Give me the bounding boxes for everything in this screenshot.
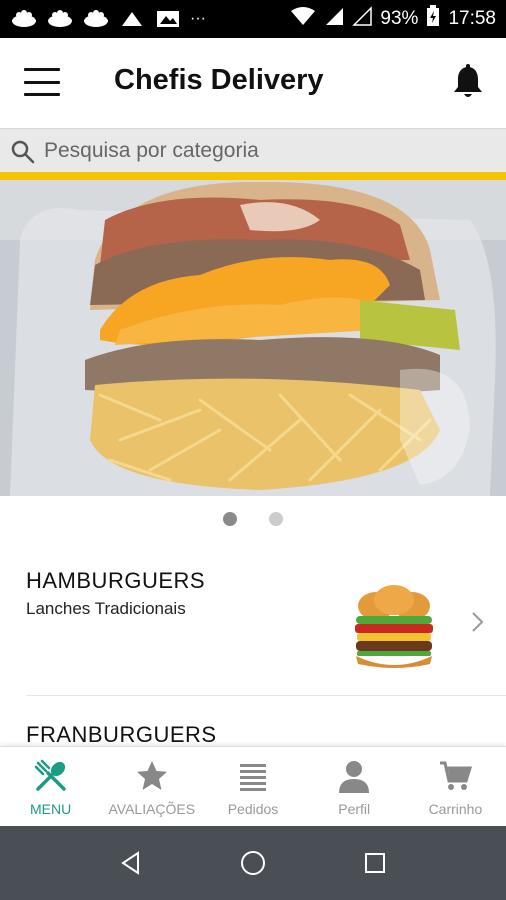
chevron-right-icon: [470, 610, 486, 634]
battery-percent: 93%: [380, 8, 419, 29]
notification-icon: [82, 9, 110, 29]
recents-icon[interactable]: [355, 843, 395, 883]
signal-empty-icon: [352, 6, 373, 32]
nav-item-pedidos[interactable]: Pedidos: [202, 747, 303, 826]
hamburger-menu-button[interactable]: [24, 68, 60, 96]
category-thumbnail: [352, 584, 436, 670]
nav-label-perfil: Perfil: [338, 801, 371, 817]
nav-label-avaliacoes: AVALIAÇÕES: [108, 801, 196, 817]
app-title: Chefis Delivery: [114, 64, 324, 96]
bell-icon[interactable]: [450, 63, 486, 101]
star-icon: [135, 759, 169, 793]
more-notifications: ···: [190, 10, 206, 27]
back-icon[interactable]: [111, 843, 151, 883]
notification-icon: [118, 9, 146, 29]
cart-icon: [438, 759, 473, 793]
status-indicators: 93% 17:58: [290, 5, 496, 33]
category-subtitle: Lanches Tradicionais: [26, 599, 186, 618]
nav-label-pedidos: Pedidos: [227, 801, 279, 817]
list-icon: [236, 759, 270, 793]
category-title: HAMBURGUERS: [26, 568, 206, 593]
fork-spoon-icon: [34, 759, 68, 793]
carousel-dot[interactable]: [269, 512, 283, 526]
person-icon: [337, 759, 371, 793]
bottom-navigation: MENU AVALIAÇÕES Pedidos Perfil Carrinho: [0, 746, 506, 826]
home-icon[interactable]: [233, 843, 273, 883]
burger-photo: [0, 180, 506, 496]
wifi-icon: [290, 6, 316, 32]
nav-item-menu[interactable]: MENU: [0, 747, 101, 826]
clock: 17:58: [448, 8, 496, 29]
search-bar: [0, 128, 506, 172]
carousel-dot-active[interactable]: [223, 512, 237, 526]
search-input[interactable]: [44, 135, 494, 167]
nav-item-carrinho[interactable]: Carrinho: [405, 747, 506, 826]
nav-item-avaliacoes[interactable]: AVALIAÇÕES: [101, 747, 202, 826]
notification-icon: [10, 9, 38, 29]
category-title: FRANBURGUERS: [26, 722, 217, 747]
image-icon: [154, 9, 182, 29]
signal-icon: [324, 6, 344, 32]
app-bar: Chefis Delivery: [0, 38, 506, 128]
system-navigation-bar: [0, 826, 506, 900]
status-bar: ··· 93% 17:58: [0, 0, 506, 38]
notification-area: ···: [10, 9, 206, 29]
accent-divider: [0, 172, 506, 180]
nav-label-menu: MENU: [29, 801, 72, 817]
menu-line: [24, 80, 60, 84]
banner-carousel[interactable]: [0, 180, 506, 496]
menu-line: [24, 68, 60, 71]
nav-label-carrinho: Carrinho: [428, 801, 483, 817]
nav-item-perfil[interactable]: Perfil: [304, 747, 405, 826]
search-icon: [10, 139, 36, 165]
category-item-hamburguers[interactable]: HAMBURGUERS Lanches Tradicionais: [26, 566, 506, 696]
battery-icon: [426, 5, 440, 33]
menu-line: [24, 93, 60, 96]
carousel-indicators: [0, 512, 506, 530]
notification-icon: [46, 9, 74, 29]
